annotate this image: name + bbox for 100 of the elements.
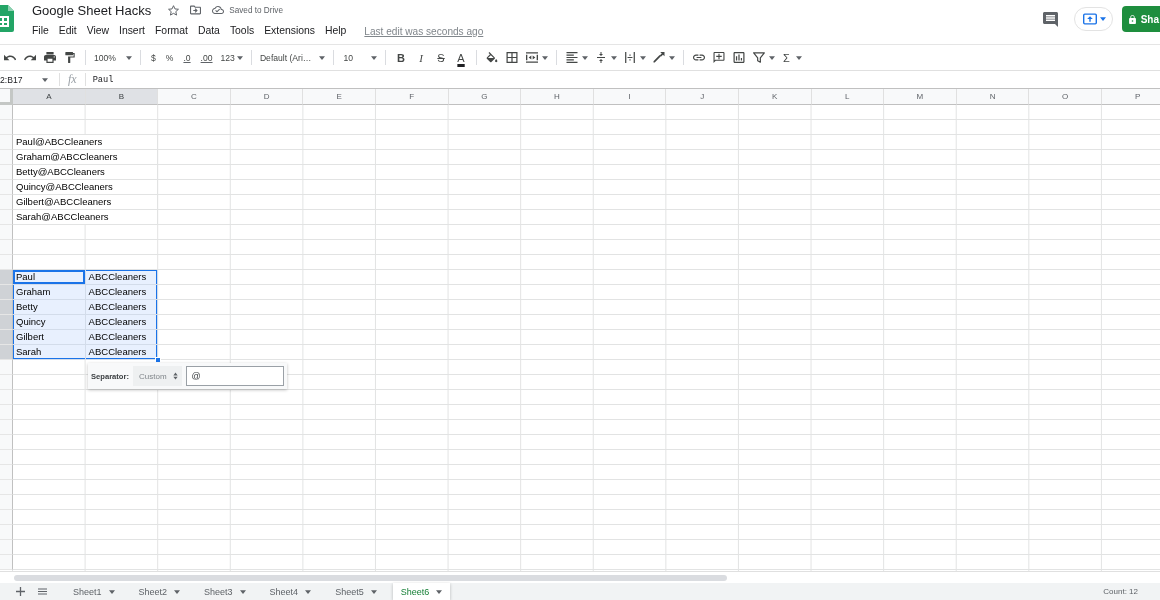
row-header[interactable] xyxy=(0,510,13,525)
column-header[interactable]: H xyxy=(521,89,594,105)
column-header[interactable]: A xyxy=(13,89,86,105)
row-header[interactable] xyxy=(0,105,13,120)
align-left-icon[interactable] xyxy=(566,52,579,63)
document-title[interactable]: Google Sheet Hacks xyxy=(32,2,152,18)
column-header[interactable]: P xyxy=(1101,89,1160,105)
column-header[interactable]: J xyxy=(666,89,739,105)
column-header[interactable]: M xyxy=(884,89,957,105)
percent-format-button[interactable]: % xyxy=(160,52,179,63)
row-header[interactable] xyxy=(0,285,13,300)
link-icon[interactable] xyxy=(693,52,706,63)
name-box[interactable]: 2:B17 xyxy=(0,74,54,85)
currency-format-button[interactable]: $ xyxy=(146,52,161,63)
column-header[interactable]: O xyxy=(1029,89,1102,105)
add-sheet-icon[interactable] xyxy=(16,587,25,596)
caret-icon[interactable] xyxy=(611,55,618,60)
row-header[interactable] xyxy=(0,360,13,375)
paint-roller-icon[interactable] xyxy=(64,52,76,63)
row-header[interactable] xyxy=(0,495,13,510)
font-select[interactable]: Default (Ari… xyxy=(256,52,329,63)
row-header[interactable] xyxy=(0,330,13,345)
font-size-select[interactable]: 10 xyxy=(339,52,381,63)
decrease-decimals-button[interactable]: .0 xyxy=(178,52,196,63)
arrows-to-line-icon[interactable] xyxy=(595,52,608,63)
sheet-tab[interactable]: Sheet3 xyxy=(196,583,254,600)
column-header[interactable]: G xyxy=(448,89,522,105)
sheet-tab[interactable]: Sheet1 xyxy=(65,583,123,600)
menu-item[interactable]: Data xyxy=(192,24,225,38)
row-header[interactable] xyxy=(0,390,13,405)
bar-chart-icon[interactable] xyxy=(733,52,746,63)
column-header[interactable]: I xyxy=(593,89,667,105)
column-header[interactable]: L xyxy=(811,89,885,105)
more-formats-select[interactable]: 123 xyxy=(217,52,246,63)
redo-icon[interactable] xyxy=(24,52,36,63)
row-header[interactable] xyxy=(0,300,13,315)
sheet-tab[interactable]: Sheet5 xyxy=(327,583,385,600)
row-header[interactable] xyxy=(0,555,13,570)
menu-item[interactable]: Extensions xyxy=(259,24,320,38)
strikethrough-button[interactable]: S xyxy=(431,48,452,67)
sheet-tab[interactable]: Sheet4 xyxy=(261,583,320,600)
caret-icon[interactable] xyxy=(769,55,776,60)
funnel-icon[interactable] xyxy=(753,52,766,63)
column-header[interactable]: K xyxy=(738,89,812,105)
fill-handle-icon[interactable] xyxy=(155,357,162,363)
row-header[interactable] xyxy=(0,480,13,495)
row-header[interactable] xyxy=(0,465,13,480)
row-header[interactable] xyxy=(0,345,13,360)
column-header[interactable]: N xyxy=(956,89,1030,105)
text-color-button[interactable]: A xyxy=(451,48,472,67)
column-header[interactable]: E xyxy=(303,89,376,105)
row-header[interactable] xyxy=(0,420,13,435)
row-header[interactable] xyxy=(0,315,13,330)
menu-item[interactable]: Help xyxy=(319,24,352,38)
caret-icon[interactable] xyxy=(542,55,549,60)
sheets-logo-icon[interactable] xyxy=(0,5,14,32)
column-header[interactable]: C xyxy=(158,89,231,105)
bold-button[interactable]: B xyxy=(391,48,412,67)
all-sheets-menu-icon[interactable] xyxy=(38,587,47,596)
row-header[interactable] xyxy=(0,255,13,270)
menu-item[interactable]: View xyxy=(81,24,114,38)
grid-icon[interactable] xyxy=(506,52,519,63)
row-header[interactable] xyxy=(0,375,13,390)
row-header[interactable] xyxy=(0,150,13,165)
row-header[interactable] xyxy=(0,210,13,225)
menu-item[interactable]: Format xyxy=(150,24,193,38)
row-header[interactable] xyxy=(0,195,13,210)
row-header[interactable] xyxy=(0,405,13,420)
print-icon[interactable] xyxy=(44,52,56,63)
divide-bars-icon[interactable] xyxy=(624,52,637,63)
caret-icon[interactable] xyxy=(582,55,589,60)
sheet-tab[interactable]: Sheet6 xyxy=(392,583,451,600)
caret-icon[interactable] xyxy=(669,55,676,60)
row-header[interactable] xyxy=(0,450,13,465)
caret-icon[interactable] xyxy=(640,55,647,60)
row-header[interactable] xyxy=(0,165,13,180)
select-all-corner[interactable] xyxy=(0,89,13,105)
undo-icon[interactable] xyxy=(4,52,16,63)
paint-bucket-icon[interactable] xyxy=(486,52,499,63)
menu-item[interactable]: File xyxy=(27,24,54,38)
separator-input[interactable]: @ xyxy=(185,366,284,386)
increase-decimals-button[interactable]: .00 xyxy=(195,52,218,63)
comment-plus-icon[interactable] xyxy=(713,52,726,63)
column-header[interactable]: D xyxy=(230,89,304,105)
row-header[interactable] xyxy=(0,240,13,255)
row-header[interactable] xyxy=(0,270,13,285)
merge-arrows-icon[interactable] xyxy=(526,52,539,63)
formula-input[interactable]: Paul xyxy=(90,74,114,85)
comment-icon[interactable] xyxy=(1042,11,1058,27)
sheet-tab[interactable]: Sheet2 xyxy=(130,583,189,600)
row-header[interactable] xyxy=(0,120,13,135)
separator-select[interactable]: Custom xyxy=(133,366,182,386)
horizontal-scrollbar[interactable] xyxy=(14,574,727,581)
menu-item[interactable]: Insert xyxy=(114,24,150,38)
folder-arrow-icon[interactable] xyxy=(190,5,202,15)
row-header[interactable] xyxy=(0,435,13,450)
share-button[interactable]: Sha xyxy=(1121,6,1160,32)
star-icon[interactable] xyxy=(168,4,180,16)
menu-item[interactable]: Tools xyxy=(224,24,260,38)
row-header[interactable] xyxy=(0,180,13,195)
